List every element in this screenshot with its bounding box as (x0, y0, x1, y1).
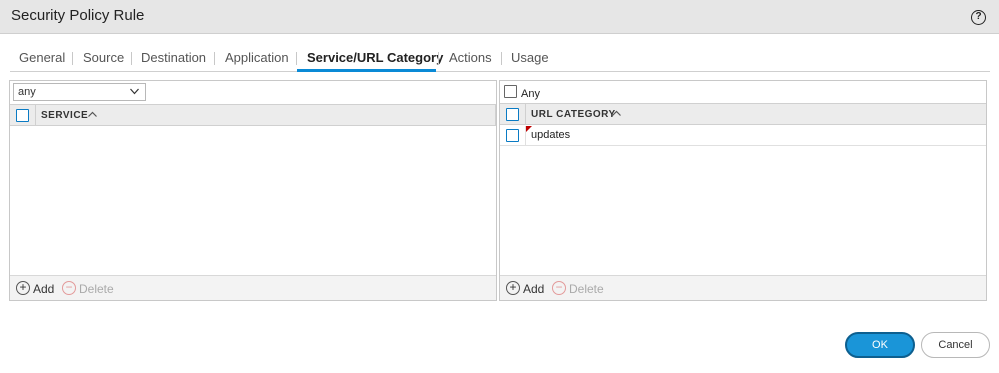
service-panel: any SERVICE + Add − Delete (9, 80, 497, 301)
tab-separator (131, 52, 132, 65)
url-panel-footer: + Add − Delete (500, 275, 986, 300)
column-separator (525, 104, 526, 125)
service-column-header[interactable]: SERVICE (41, 110, 88, 121)
chevron-down-icon (130, 88, 139, 95)
url-category-name: updates (531, 129, 571, 141)
service-add-label: Add (33, 282, 55, 296)
tab-bar: General Source Destination Application S… (10, 42, 990, 72)
url-any-checkbox[interactable] (504, 85, 517, 98)
url-add-label: Add (523, 282, 545, 296)
minus-circle-icon: − (552, 281, 566, 295)
active-tab-indicator (297, 69, 436, 72)
service-delete-label: Delete (79, 282, 114, 296)
sort-asc-icon[interactable] (88, 110, 97, 119)
url-table-header: URL CATEGORY (500, 103, 986, 125)
help-icon[interactable]: ? (971, 10, 986, 25)
service-select-all-checkbox[interactable] (16, 109, 29, 122)
service-panel-footer: + Add − Delete (10, 275, 496, 300)
dialog-title-bar: Security Policy Rule ? (0, 0, 999, 34)
tab-source[interactable]: Source (83, 50, 124, 65)
url-select-all-checkbox[interactable] (506, 108, 519, 121)
table-row[interactable]: updates (500, 126, 986, 146)
dialog-title: Security Policy Rule (11, 7, 145, 24)
tab-destination[interactable]: Destination (141, 50, 206, 65)
plus-circle-icon: + (506, 281, 520, 295)
tab-actions[interactable]: Actions (449, 50, 492, 65)
tab-separator (72, 52, 73, 65)
tab-separator (214, 52, 215, 65)
service-table-header: SERVICE (10, 104, 496, 126)
url-any-label: Any (521, 88, 540, 100)
url-delete-label: Delete (569, 282, 604, 296)
url-category-panel: Any URL CATEGORY updates + Add − Delete (499, 80, 987, 301)
plus-circle-icon: + (16, 281, 30, 295)
tab-general[interactable]: General (19, 50, 65, 65)
service-select-value: any (18, 86, 36, 98)
row-checkbox[interactable] (506, 129, 519, 142)
tab-separator (438, 52, 439, 65)
minus-circle-icon: − (62, 281, 76, 295)
column-separator (495, 105, 496, 126)
sort-asc-icon[interactable] (612, 109, 621, 118)
url-category-column-header[interactable]: URL CATEGORY (531, 109, 616, 120)
tab-usage[interactable]: Usage (511, 50, 549, 65)
tab-separator (296, 52, 297, 65)
service-select[interactable]: any (13, 83, 146, 101)
tab-service-url-category[interactable]: Service/URL Category (307, 50, 443, 65)
column-separator (35, 105, 36, 126)
cancel-button[interactable]: Cancel (921, 332, 990, 358)
ok-button[interactable]: OK (845, 332, 915, 358)
tab-application[interactable]: Application (225, 50, 289, 65)
tab-separator (501, 52, 502, 65)
